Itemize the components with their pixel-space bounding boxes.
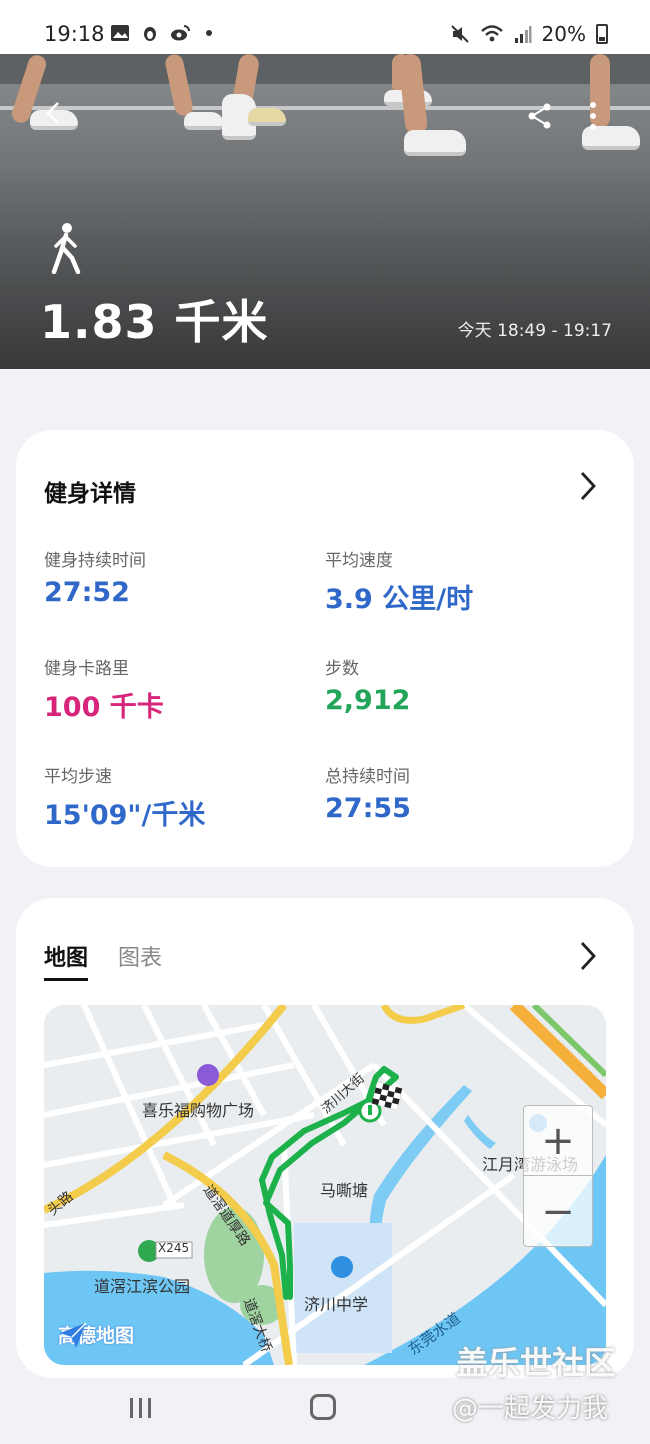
signal-icon	[514, 26, 532, 43]
zoom-out-button[interactable]: −	[524, 1177, 592, 1247]
battery-percent: 20%	[541, 22, 586, 46]
stat-label: 健身持续时间	[44, 551, 146, 571]
stat-label: 步数	[325, 659, 359, 679]
navigation-arrow-icon	[60, 1322, 87, 1348]
stat-value: 27:55	[325, 793, 411, 824]
weibo-icon	[171, 25, 190, 41]
stat-label: 健身卡路里	[44, 659, 129, 679]
stat-steps: 步数 2,912	[325, 654, 410, 716]
wifi-icon	[480, 25, 503, 42]
workout-hero: 1.83 千米 今天 18:49 - 19:17	[0, 54, 650, 369]
map-label-park: 道滘江滨公园	[94, 1277, 191, 1296]
details-title: 健身详情	[44, 481, 136, 507]
recent-apps-icon[interactable]	[128, 1396, 154, 1420]
workout-details-card: 健身详情 健身持续时间 27:52 平均速度 3.9 公里/时 健身卡路里 10…	[16, 430, 634, 867]
workout-time-range: 今天 18:49 - 19:17	[457, 321, 612, 341]
stat-value: 2,912	[325, 685, 411, 716]
stat-calories: 健身卡路里 100 千卡	[44, 654, 164, 724]
map-label-school: 济川中学	[304, 1295, 369, 1314]
map-card: 地图 图表 喜乐福购物广场 X245 马嘶塘 道滘江滨公园 济川中学 东莞水道 …	[16, 898, 634, 1378]
penguin-icon	[144, 27, 156, 41]
map-zoom-controls: + −	[523, 1105, 593, 1247]
stat-label: 总持续时间	[325, 767, 410, 787]
stat-avg-pace: 平均步速 15'09"/千米	[44, 762, 205, 832]
stat-duration: 健身持续时间 27:52	[44, 546, 146, 608]
stat-label: 平均步速	[44, 767, 112, 787]
share-icon[interactable]	[526, 102, 554, 130]
map-provider-logo: 高德地图	[58, 1321, 134, 1348]
stat-value: 100 千卡	[44, 692, 164, 723]
home-button[interactable]	[310, 1394, 336, 1420]
tab-chart[interactable]: 图表	[118, 940, 162, 981]
system-icons: 20%	[450, 22, 608, 46]
mute-icon	[450, 25, 469, 43]
more-options-icon[interactable]	[586, 100, 600, 132]
battery-icon	[596, 24, 608, 44]
route-map[interactable]: 喜乐福购物广场 X245 马嘶塘 江月湾游泳场 道滘江滨公园 济川中学 东莞水道…	[44, 1005, 606, 1365]
notification-icons	[110, 24, 212, 42]
workout-distance: 1.83 千米	[40, 295, 269, 349]
map-label-mall: 喜乐福购物广场	[142, 1101, 255, 1120]
stat-value: 27:52	[44, 577, 130, 608]
map-label-pond: 马嘶塘	[320, 1181, 369, 1200]
gallery-icon	[111, 25, 129, 41]
stat-label: 平均速度	[325, 551, 393, 571]
chevron-right-icon[interactable]	[578, 470, 598, 502]
watermark-community: 盖乐世社区	[456, 1344, 617, 1382]
map-label-road: X245	[158, 1241, 190, 1255]
more-notifications-dot	[206, 30, 212, 36]
status-bar: 19:18 20%	[0, 0, 650, 54]
tab-map[interactable]: 地图	[44, 940, 89, 981]
stat-value: 3.9 公里/时	[325, 584, 474, 615]
chevron-right-icon[interactable]	[578, 940, 598, 972]
back-icon[interactable]	[40, 100, 66, 126]
stat-value: 15'09"/千米	[44, 800, 206, 831]
walking-icon	[51, 223, 81, 274]
watermark-user: @一起发力我	[452, 1394, 609, 1424]
status-time: 19:18	[44, 22, 105, 46]
zoom-in-button[interactable]: +	[524, 1106, 592, 1176]
stat-total-duration: 总持续时间 27:55	[325, 762, 411, 824]
stat-avg-speed: 平均速度 3.9 公里/时	[325, 546, 473, 616]
map-chart-tabs: 地图 图表	[44, 940, 162, 981]
